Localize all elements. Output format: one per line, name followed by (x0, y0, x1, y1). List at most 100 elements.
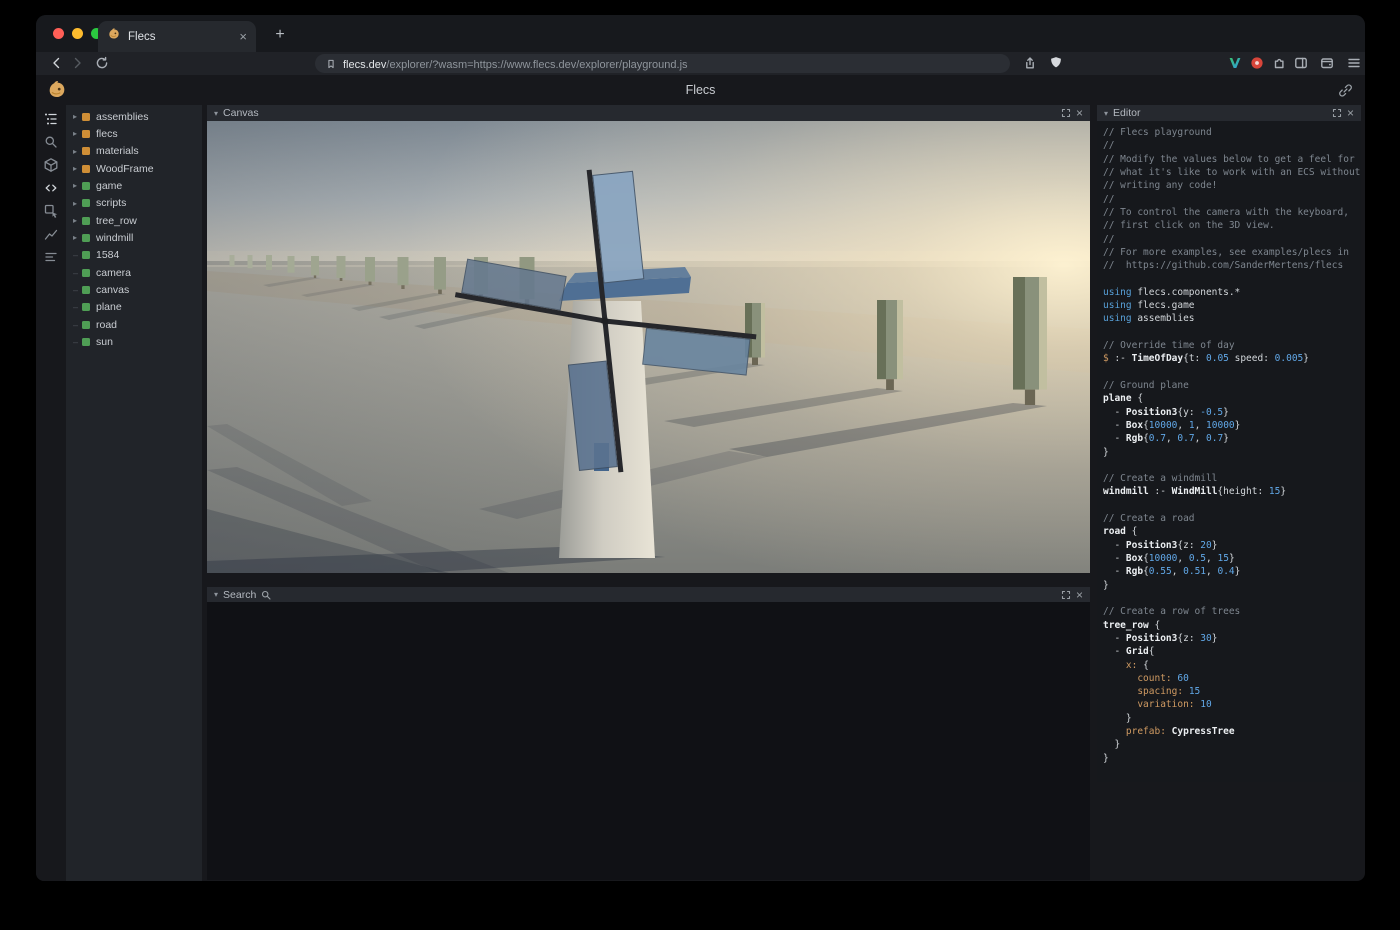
tree-item-game[interactable]: ▸ game (66, 177, 202, 194)
tree-item-windmill[interactable]: ▸ windmill (66, 229, 202, 246)
leaf-dash-icon: – (73, 268, 82, 278)
expand-chevron-icon[interactable]: ▸ (73, 164, 82, 173)
stats-icon[interactable] (43, 249, 59, 265)
collapse-chevron-icon[interactable]: ▾ (214, 590, 218, 599)
minimize-window-button[interactable] (72, 28, 83, 39)
search-panel-title: Search (223, 589, 256, 601)
tree-item-WoodFrame[interactable]: ▸ WoodFrame (66, 160, 202, 177)
entity-icon (82, 269, 90, 277)
hierarchy-icon[interactable] (43, 111, 59, 127)
search-results-area[interactable] (207, 602, 1090, 880)
red-extension-icon[interactable] (1249, 55, 1265, 71)
close-tab-icon[interactable]: × (239, 30, 247, 43)
link-icon[interactable] (1338, 83, 1353, 98)
tree-item-scripts[interactable]: ▸ scripts (66, 195, 202, 212)
tree-item-label: camera (96, 267, 131, 279)
cube-icon[interactable] (43, 157, 59, 173)
tree-item-label: assemblies (96, 111, 149, 123)
fullscreen-icon[interactable] (1332, 108, 1342, 118)
tab-strip: Flecs × + (36, 15, 1365, 52)
entity-icon (82, 182, 90, 190)
canvas-3d-view[interactable] (207, 121, 1090, 573)
window-controls (53, 28, 102, 39)
entity-icon (82, 251, 90, 259)
app-header: Flecs (36, 75, 1365, 105)
canvas-panel-title: Canvas (223, 107, 259, 119)
tree-item-label: flecs (96, 128, 118, 140)
tree-item-tree_row[interactable]: ▸tree_row (66, 212, 202, 229)
tree-item-label: windmill (96, 232, 133, 244)
flecs-favicon (107, 27, 121, 46)
entity-icon (82, 286, 90, 294)
entity-icon (82, 321, 90, 329)
shield-icon[interactable] (1048, 55, 1064, 71)
share-icon[interactable] (1022, 55, 1038, 71)
expand-chevron-icon[interactable]: ▸ (73, 129, 82, 138)
entity-icon (82, 234, 90, 242)
tree-item-label: road (96, 319, 117, 331)
entity-icon (82, 217, 90, 225)
leaf-dash-icon: – (73, 285, 82, 295)
forward-icon[interactable] (70, 55, 86, 71)
search-icon (261, 590, 271, 600)
tree-item-label: canvas (96, 284, 129, 296)
tree-item-assemblies[interactable]: ▸ assemblies (66, 108, 202, 125)
module-icon (82, 147, 90, 155)
browser-tab[interactable]: Flecs × (98, 21, 256, 52)
fullscreen-icon[interactable] (1061, 590, 1071, 600)
expand-chevron-icon[interactable]: ▸ (73, 112, 82, 121)
expand-chevron-icon[interactable]: ▸ (73, 216, 82, 225)
close-icon[interactable]: × (1076, 590, 1083, 600)
tree-item-label: materials (96, 145, 139, 157)
close-icon[interactable]: × (1347, 108, 1354, 118)
search-icon[interactable] (43, 134, 59, 150)
tree-item-label: sun (96, 336, 113, 348)
leaf-dash-icon: – (73, 250, 82, 260)
tree-item-1584[interactable]: –1584 (66, 247, 202, 264)
bookmark-icon[interactable] (325, 58, 337, 70)
editor-panel-title: Editor (1113, 107, 1140, 119)
tree-item-label: game (96, 180, 122, 192)
entity-icon (82, 338, 90, 346)
tree-item-canvas[interactable]: – canvas (66, 281, 202, 298)
collapse-chevron-icon[interactable]: ▾ (214, 109, 218, 118)
entity-icon (82, 303, 90, 311)
address-bar[interactable]: flecs.dev/explorer/?wasm=https://www.fle… (315, 54, 1010, 73)
tree-item-sun[interactable]: – sun (66, 333, 202, 350)
tree-item-camera[interactable]: – camera (66, 264, 202, 281)
desktop: Flecs × + flecs.dev/explorer/?wasm=https… (0, 0, 1400, 930)
close-icon[interactable]: × (1076, 108, 1083, 118)
tree-item-plane[interactable]: –plane (66, 299, 202, 316)
tree-item-flecs[interactable]: ▸ flecs (66, 125, 202, 142)
leaf-dash-icon: – (73, 337, 82, 347)
search-panel-header: ▾ Search × (207, 587, 1090, 602)
editor-code[interactable]: // Flecs playground//// Modify the value… (1097, 121, 1361, 782)
close-window-button[interactable] (53, 28, 64, 39)
expand-chevron-icon[interactable]: ▸ (73, 181, 82, 190)
tree-item-materials[interactable]: ▸ materials (66, 143, 202, 160)
url-text: flecs.dev/explorer/?wasm=https://www.fle… (343, 55, 688, 73)
new-tab-button[interactable]: + (269, 24, 291, 46)
fullscreen-icon[interactable] (1061, 108, 1071, 118)
wallet-icon[interactable] (1319, 55, 1335, 71)
reload-icon[interactable] (94, 55, 110, 71)
browser-window: Flecs × + flecs.dev/explorer/?wasm=https… (36, 15, 1365, 881)
chart-icon[interactable] (43, 226, 59, 242)
code-icon[interactable] (43, 180, 59, 196)
back-icon[interactable] (48, 55, 64, 71)
sidebar-icon[interactable] (1293, 55, 1309, 71)
editor-panel-header: ▾ Editor × (1097, 105, 1361, 121)
collapse-chevron-icon[interactable]: ▾ (1104, 109, 1108, 118)
expand-chevron-icon[interactable]: ▸ (73, 147, 82, 156)
entity-icon (82, 199, 90, 207)
expand-chevron-icon[interactable]: ▸ (73, 233, 82, 242)
tree-item-label: scripts (96, 197, 126, 209)
expand-chevron-icon[interactable]: ▸ (73, 199, 82, 208)
menu-icon[interactable] (1346, 55, 1362, 71)
inspector-icon[interactable] (43, 203, 59, 219)
tab-title: Flecs (128, 31, 232, 43)
tree-item-label: WoodFrame (96, 163, 154, 175)
tree-item-road[interactable]: –road (66, 316, 202, 333)
puzzle-icon[interactable] (1271, 55, 1287, 71)
v-extension-icon[interactable] (1227, 55, 1243, 71)
